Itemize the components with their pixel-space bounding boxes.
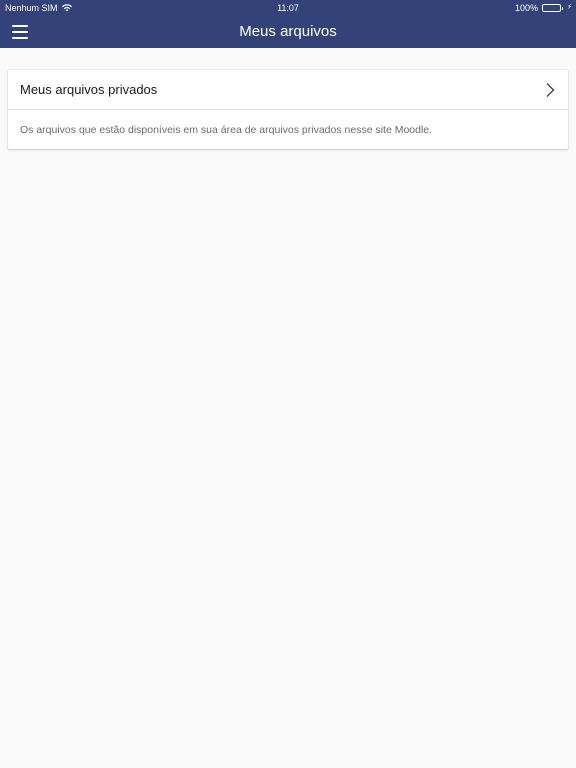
- status-time: 11:07: [277, 3, 299, 13]
- status-right: 100% ⚡: [515, 0, 572, 16]
- charging-bolt-icon: ⚡: [567, 4, 572, 11]
- status-bar: Nenhum SIM 11:07 100% ⚡: [0, 0, 576, 16]
- files-card: Meus arquivos privados Os arquivos que e…: [8, 70, 568, 149]
- app-header: Nenhum SIM 11:07 100% ⚡ Meus arquivos: [0, 0, 576, 48]
- private-files-label: Meus arquivos privados: [20, 82, 158, 97]
- private-files-item[interactable]: Meus arquivos privados: [8, 70, 568, 110]
- page-title: Meus arquivos: [239, 23, 337, 40]
- chevron-right-icon: [546, 82, 555, 97]
- battery-icon: [542, 4, 564, 12]
- private-files-description: Os arquivos que estão disponíveis em sua…: [20, 123, 433, 136]
- battery-percent: 100%: [515, 3, 539, 13]
- navigation-bar: Meus arquivos: [0, 16, 576, 48]
